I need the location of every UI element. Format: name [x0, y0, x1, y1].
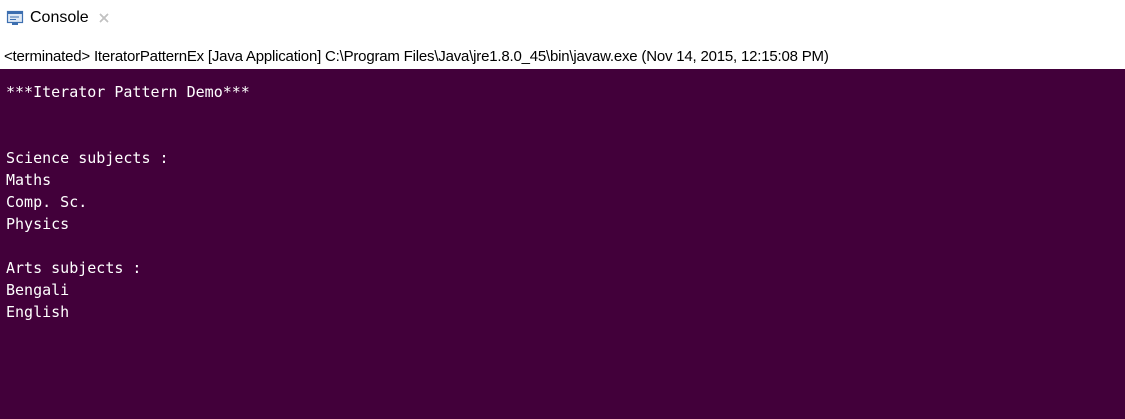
- console-line: Comp. Sc.: [6, 193, 88, 211]
- console-output[interactable]: ***Iterator Pattern Demo*** Science subje…: [0, 69, 1125, 419]
- console-line: Maths: [6, 171, 52, 189]
- console-icon: [6, 9, 24, 27]
- console-line: ***Iterator Pattern Demo***: [6, 83, 250, 101]
- console-line: English: [6, 303, 70, 321]
- tab-console[interactable]: Console: [6, 6, 111, 30]
- console-line: Bengali: [6, 281, 70, 299]
- console-view: Console <terminated> IteratorPatternEx […: [0, 0, 1125, 419]
- console-line: Physics: [6, 215, 70, 233]
- view-tab-bar: Console: [0, 0, 1125, 34]
- tab-console-label: Console: [30, 9, 89, 26]
- console-line: Science subjects :: [6, 149, 169, 167]
- close-icon[interactable]: [97, 11, 111, 25]
- process-status-line: <terminated> IteratorPatternEx [Java App…: [4, 48, 829, 65]
- console-line: Arts subjects :: [6, 259, 142, 277]
